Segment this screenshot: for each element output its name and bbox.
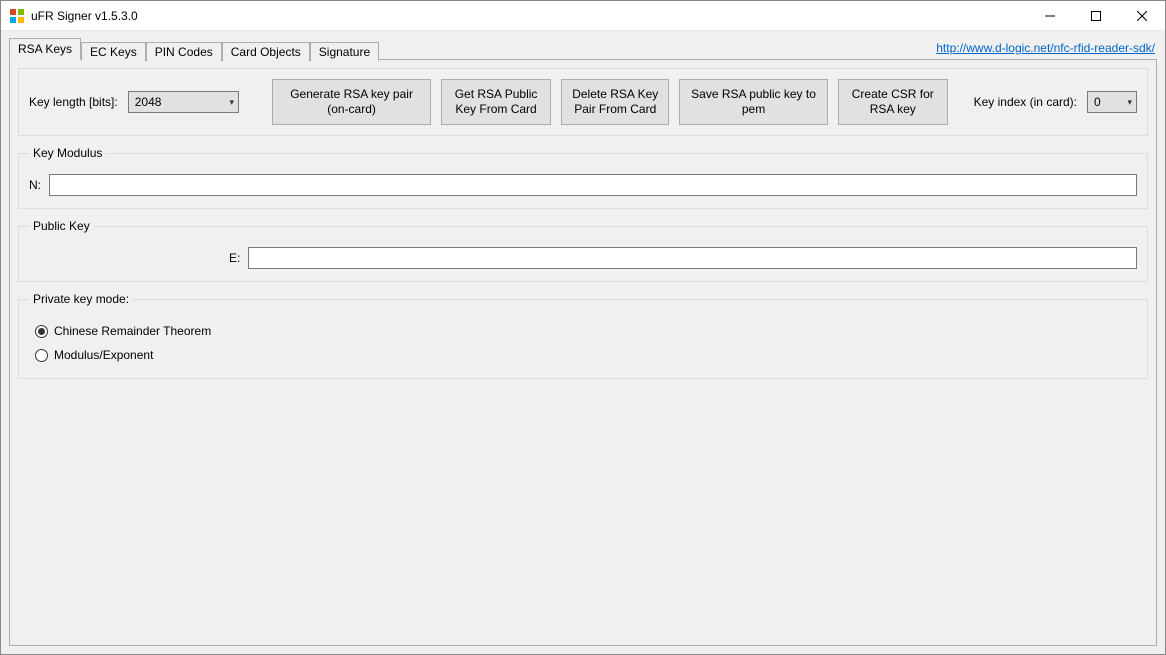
key-length-label: Key length [bits]: [29,95,118,109]
chevron-down-icon: ▾ [229,97,234,108]
public-key-group: Public Key E: [18,219,1148,282]
toolbar-row: Key length [bits]: 2048 ▾ Generate RSA k… [18,68,1148,136]
titlebar: uFR Signer v1.5.3.0 [1,1,1165,31]
minimize-button[interactable] [1027,1,1073,31]
save-rsa-pem-button[interactable]: Save RSA public key to pem [679,79,828,125]
radio-modexp[interactable]: Modulus/Exponent [35,348,1137,362]
tab-signature[interactable]: Signature [310,42,379,61]
key-length-select[interactable]: 2048 ▾ [128,91,239,113]
close-button[interactable] [1119,1,1165,31]
app-icon [9,8,25,24]
sdk-link[interactable]: http://www.d-logic.net/nfc-rfid-reader-s… [936,41,1157,55]
radio-modexp-label: Modulus/Exponent [54,348,153,362]
key-modulus-group: Key Modulus N: [18,146,1148,209]
radio-crt-label: Chinese Remainder Theorem [54,324,211,338]
tab-page-rsa: Key length [bits]: 2048 ▾ Generate RSA k… [9,59,1157,646]
maximize-button[interactable] [1073,1,1119,31]
window-title: uFR Signer v1.5.3.0 [31,9,138,23]
tab-strip: RSA Keys EC Keys PIN Codes Card Objects … [9,37,379,59]
chevron-down-icon: ▾ [1127,97,1132,108]
key-modulus-legend: Key Modulus [29,146,106,160]
key-length-value: 2048 [135,95,162,109]
private-key-mode-legend: Private key mode: [29,292,133,306]
tab-pin-codes[interactable]: PIN Codes [146,42,222,61]
client-area: RSA Keys EC Keys PIN Codes Card Objects … [1,31,1165,654]
tab-card-objects[interactable]: Card Objects [222,42,310,61]
tab-rsa-keys[interactable]: RSA Keys [9,38,81,60]
e-input[interactable] [248,247,1137,269]
key-index-label: Key index (in card): [974,95,1077,109]
key-index-select[interactable]: 0 ▾ [1087,91,1137,113]
key-index-value: 0 [1094,95,1101,109]
get-rsa-public-key-button[interactable]: Get RSA Public Key From Card [441,79,552,125]
e-label: E: [229,251,240,265]
create-csr-button[interactable]: Create CSR for RSA key [838,79,948,125]
app-window: uFR Signer v1.5.3.0 RSA Keys EC Keys PIN… [0,0,1166,655]
n-label: N: [29,178,41,192]
tab-ec-keys[interactable]: EC Keys [81,42,146,61]
public-key-legend: Public Key [29,219,94,233]
radio-icon [35,325,48,338]
private-key-mode-group: Private key mode: Chinese Remainder Theo… [18,292,1148,379]
delete-rsa-key-button[interactable]: Delete RSA Key Pair From Card [561,79,669,125]
n-input[interactable] [49,174,1137,196]
generate-rsa-button[interactable]: Generate RSA key pair (on-card) [272,79,430,125]
radio-crt[interactable]: Chinese Remainder Theorem [35,324,1137,338]
radio-icon [35,349,48,362]
